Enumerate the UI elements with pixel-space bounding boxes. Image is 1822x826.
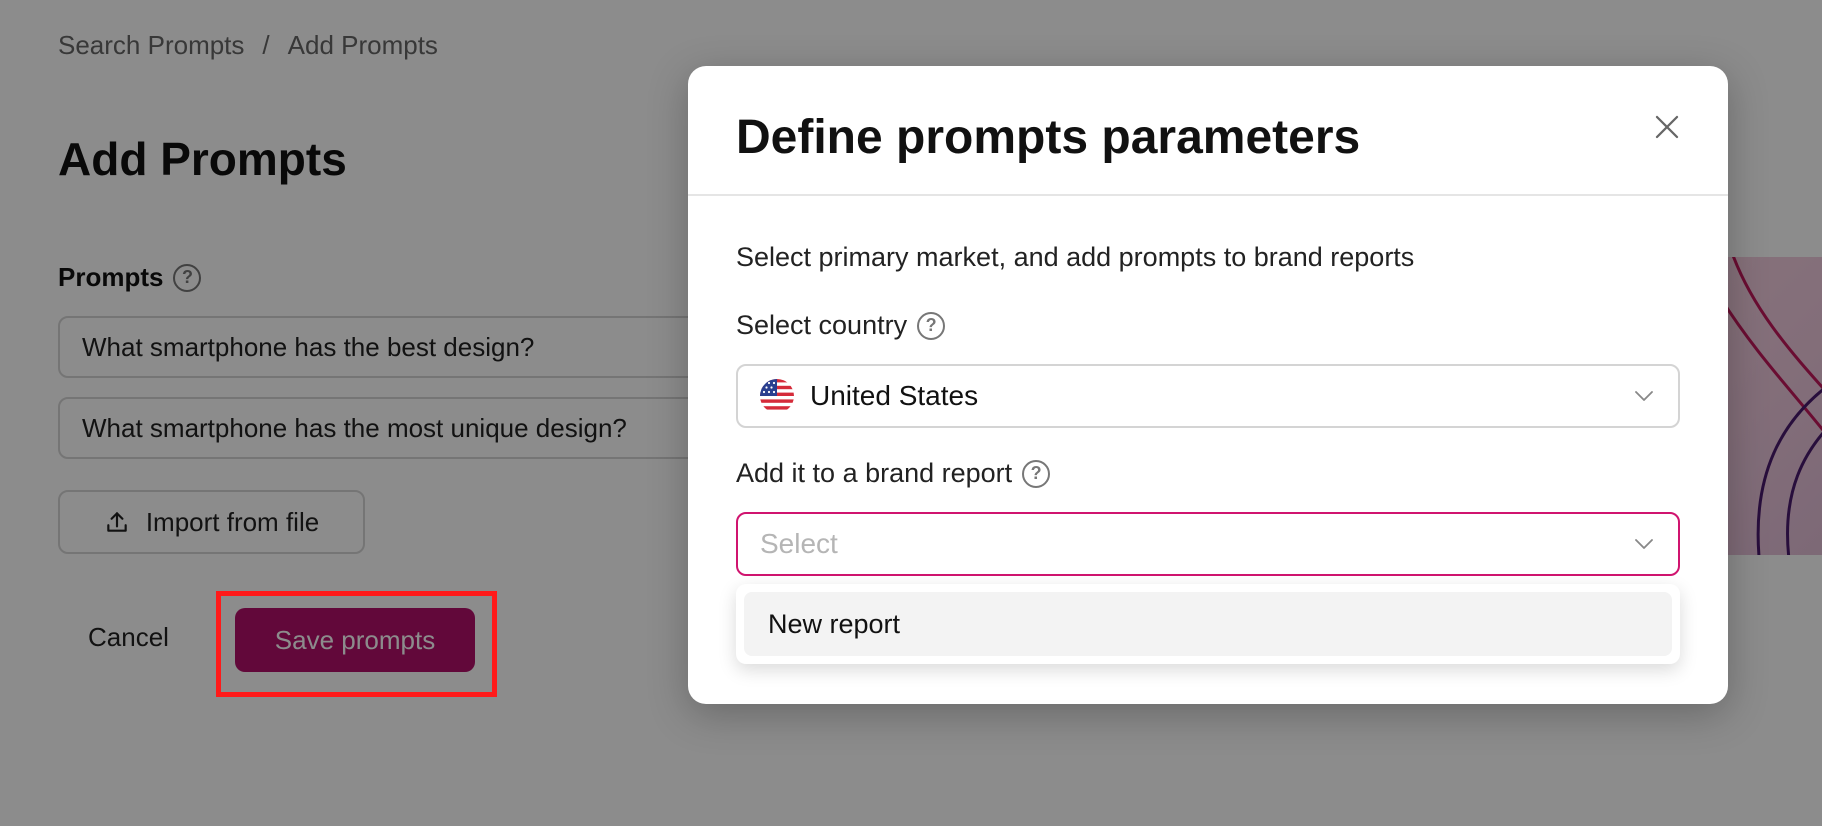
country-select[interactable]: United States bbox=[736, 364, 1680, 428]
highlight-box bbox=[216, 591, 497, 697]
brand-report-label: Add it to a brand report bbox=[736, 458, 1013, 488]
chevron-down-icon bbox=[1635, 539, 1653, 549]
us-flag-icon bbox=[760, 379, 794, 413]
brand-report-placeholder: Select bbox=[760, 528, 838, 559]
question-circle-icon[interactable]: ? bbox=[1022, 459, 1051, 488]
close-icon bbox=[1655, 115, 1679, 139]
brand-report-label-row: Add it to a brand report ? bbox=[736, 458, 1051, 489]
modal-title: Define prompts parameters bbox=[736, 111, 1361, 164]
country-select-value: United States bbox=[810, 380, 979, 411]
chevron-down-icon bbox=[1635, 391, 1653, 401]
close-button[interactable] bbox=[1644, 104, 1690, 150]
define-prompts-modal: Define prompts parameters Select primary… bbox=[688, 66, 1728, 704]
select-country-label: Select country bbox=[736, 310, 908, 340]
question-circle-icon[interactable]: ? bbox=[917, 311, 946, 340]
brand-report-select[interactable]: Select bbox=[736, 512, 1680, 576]
modal-description: Select primary market, and add prompts t… bbox=[736, 242, 1415, 272]
modal-divider bbox=[688, 194, 1728, 196]
country-label-row: Select country ? bbox=[736, 310, 946, 341]
dropdown-option-new-report[interactable]: New report bbox=[744, 592, 1672, 656]
brand-report-dropdown: New report bbox=[736, 584, 1680, 664]
